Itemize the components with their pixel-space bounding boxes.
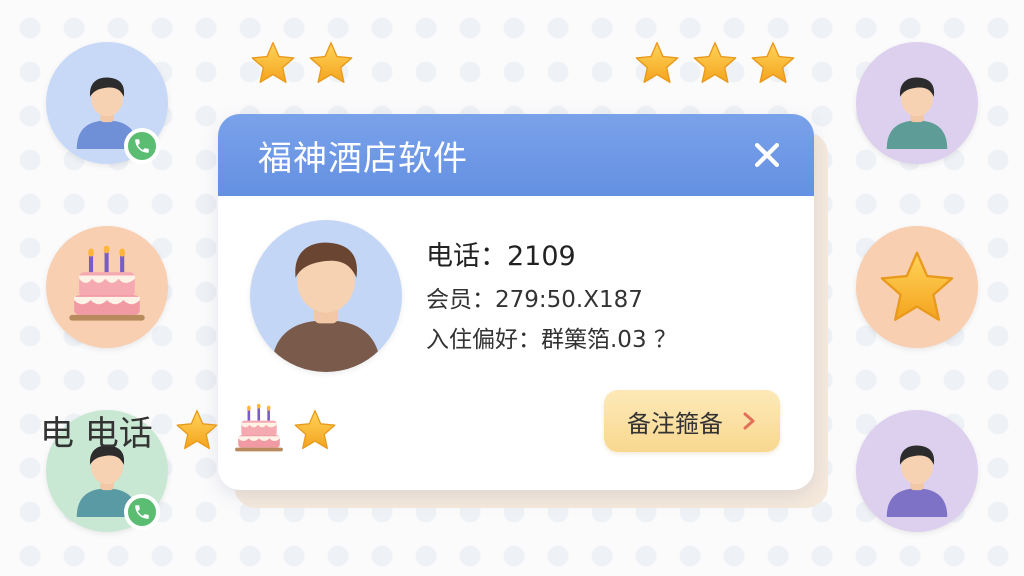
dialog-title: 福神酒店软件	[258, 138, 468, 179]
guest-preference: 入住偏好：群篥箔.03 ？	[426, 327, 677, 353]
person-icon	[875, 65, 959, 149]
star-icon	[175, 408, 219, 452]
guest-member-id: 会员：279:50.X187	[426, 287, 643, 313]
birthday-avatar[interactable]	[46, 226, 168, 348]
star-icon	[250, 40, 296, 86]
star-icon	[692, 40, 738, 86]
phone-label-row: 电 电话	[40, 404, 337, 456]
vip-star-avatar[interactable]	[856, 226, 978, 348]
phone-icon[interactable]	[124, 128, 160, 164]
star-icon	[750, 40, 796, 86]
add-note-button[interactable]: 备注箍备	[604, 390, 780, 452]
dialog-header: 福神酒店软件	[218, 114, 814, 196]
guest-phone: 电话：2109	[426, 241, 576, 272]
star-icon	[634, 40, 680, 86]
phone-icon[interactable]	[124, 494, 160, 530]
person-icon	[271, 242, 381, 372]
phone-label: 电 电话	[40, 413, 153, 454]
star-icon	[293, 408, 337, 452]
note-button-label: 备注箍备	[627, 409, 723, 438]
contact-avatar-bottom-right[interactable]	[856, 410, 978, 532]
person-icon	[875, 433, 959, 517]
birthday-cake-icon	[233, 404, 285, 456]
close-icon[interactable]	[750, 138, 784, 172]
guest-avatar	[250, 220, 402, 372]
birthday-cake-icon	[66, 246, 148, 328]
chevron-right-icon	[743, 412, 755, 430]
contact-avatar-top-right[interactable]	[856, 42, 978, 164]
star-icon	[308, 40, 354, 86]
star-icon	[878, 248, 956, 326]
